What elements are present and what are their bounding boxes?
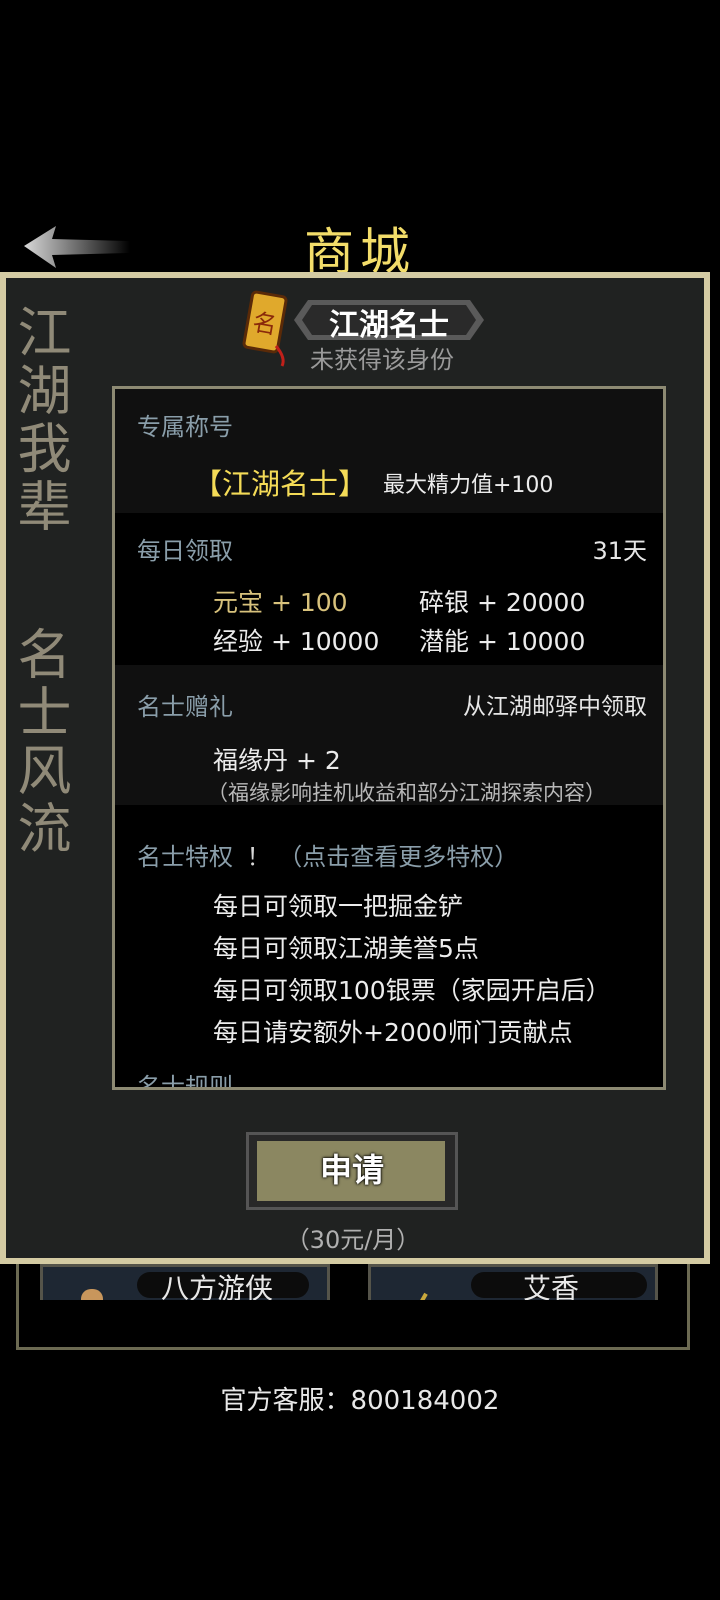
title-name: 【江湖名士】 (193, 467, 368, 501)
svg-text:名: 名 (250, 308, 278, 340)
exclaim-icon: ！ (246, 843, 271, 871)
shop-card-name: 艾香 (523, 1272, 580, 1300)
customer-service-text: 官方客服：800184002 (220, 1386, 500, 1416)
section-daily-label: 每日领取 (137, 537, 233, 565)
privilege-item: 每日可领取一把掘金铲 (213, 892, 464, 921)
apply-button-label: 申请 (319, 1151, 384, 1189)
privilege-item: 每日可领取江湖美誉5点 (213, 934, 479, 963)
shop-card-1[interactable]: 八方游侠 (40, 1264, 330, 1300)
daily-reward: 元宝 + 100 (213, 588, 348, 617)
gift-note: （福缘影响挂机收益和部分江湖探索内容） (207, 781, 606, 805)
gift-item: 福缘丹 + 2 (213, 746, 341, 775)
daily-reward: 碎银 + 20000 (419, 588, 586, 617)
side-calligraphy-top: 江湖我辈 (8, 304, 71, 536)
privilege-item: 每日可领取100银票（家园开启后） (213, 976, 611, 1005)
shop-card-2[interactable]: 艾香 (368, 1264, 658, 1300)
benefits-panel[interactable]: 专属称号 【江湖名士】 最大精力值+100 每日领取 31天 元宝 + 100 … (112, 386, 666, 1090)
identity-title: 江湖名士 (329, 308, 449, 343)
section-rules-label: 名士规则 (137, 1073, 233, 1090)
price-text: （30元/月） (285, 1226, 421, 1254)
daily-duration: 31天 (592, 537, 647, 565)
daily-reward: 经验 + 10000 (213, 627, 380, 656)
privilege-label: 名士特权 (137, 843, 233, 871)
gift-source: 从江湖邮驿中领取 (463, 694, 647, 720)
character-avatar-icon (81, 1289, 103, 1300)
section-title-label: 专属称号 (137, 413, 233, 441)
side-calligraphy-bottom: 名士风流 (8, 626, 71, 858)
privilege-item: 每日请安额外+2000师门贡献点 (213, 1018, 573, 1047)
title-effect: 最大精力值+100 (383, 473, 554, 498)
daily-reward: 潜能 + 10000 (419, 627, 586, 656)
section-gift-label: 名士赠礼 (137, 693, 233, 721)
scroll-badge-icon: 名 (242, 290, 288, 367)
shop-card-name: 八方游侠 (161, 1272, 274, 1300)
apply-button[interactable]: 申请 (246, 1132, 458, 1210)
identity-status: 未获得该身份 (310, 346, 454, 374)
privilege-hint: （点击查看更多特权） (278, 843, 519, 871)
section-privilege-label[interactable]: 名士特权 ！ （点击查看更多特权） (137, 837, 518, 872)
item-icon (418, 1292, 428, 1300)
